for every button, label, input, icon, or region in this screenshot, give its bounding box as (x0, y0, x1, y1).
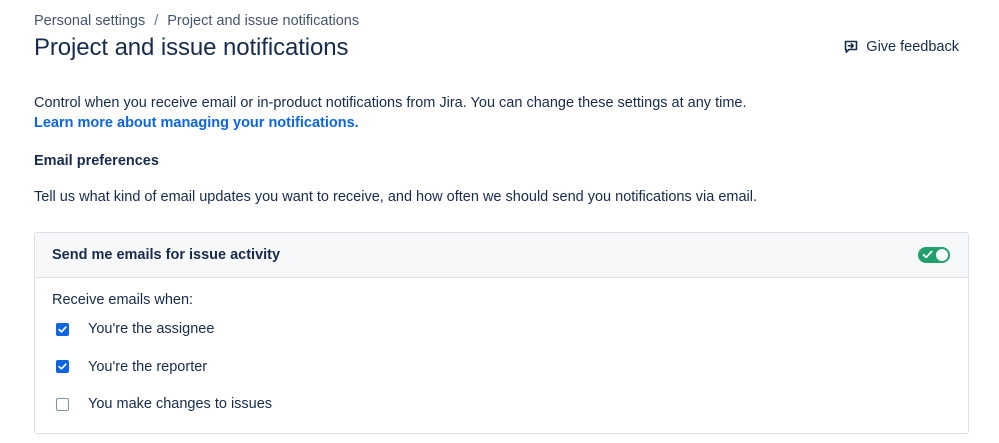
toggle-check-icon (922, 250, 933, 259)
option-make-changes[interactable]: You make changes to issues (56, 394, 951, 414)
issue-activity-card-body: Receive emails when: You're the assignee… (35, 278, 968, 414)
breadcrumb-personal-settings[interactable]: Personal settings (34, 13, 145, 29)
make-changes-label: You make changes to issues (88, 396, 273, 412)
page-description-text: Control when you receive email or in-pro… (34, 95, 747, 111)
checkmark-icon (58, 325, 67, 333)
breadcrumb-current-page[interactable]: Project and issue notifications (167, 13, 359, 29)
issue-activity-toggle[interactable] (918, 247, 950, 263)
page-title: Project and issue notifications (34, 34, 349, 61)
make-changes-checkbox[interactable] (56, 397, 69, 411)
learn-more-link[interactable]: Learn more about managing your notificat… (34, 113, 359, 133)
option-assignee[interactable]: You're the assignee (56, 319, 951, 339)
receive-emails-label: Receive emails when: (52, 292, 194, 308)
reporter-label: You're the reporter (88, 358, 208, 375)
feedback-icon (844, 40, 858, 53)
option-reporter[interactable]: You're the reporter (56, 357, 951, 377)
reporter-checkbox[interactable] (56, 360, 69, 373)
breadcrumb-separator: / (154, 13, 159, 29)
assignee-checkbox[interactable] (56, 322, 69, 336)
checkmark-icon (58, 363, 67, 370)
issue-activity-card-header: Send me emails for issue activity (35, 233, 968, 278)
email-preferences-description: Tell us what kind of email updates you w… (34, 189, 757, 205)
issue-activity-card: Send me emails for issue activity Receiv… (34, 232, 969, 434)
give-feedback-label: Give feedback (866, 39, 959, 55)
breadcrumb: Personal settings / Project and issue no… (34, 13, 359, 29)
give-feedback-button[interactable]: Give feedback (843, 39, 959, 55)
page-description: Control when you receive email or in-pro… (34, 93, 747, 133)
assignee-label: You're the assignee (88, 321, 215, 337)
issue-activity-title: Send me emails for issue activity (52, 247, 281, 263)
email-preferences-heading: Email preferences (34, 153, 159, 169)
toggle-knob (936, 249, 948, 261)
